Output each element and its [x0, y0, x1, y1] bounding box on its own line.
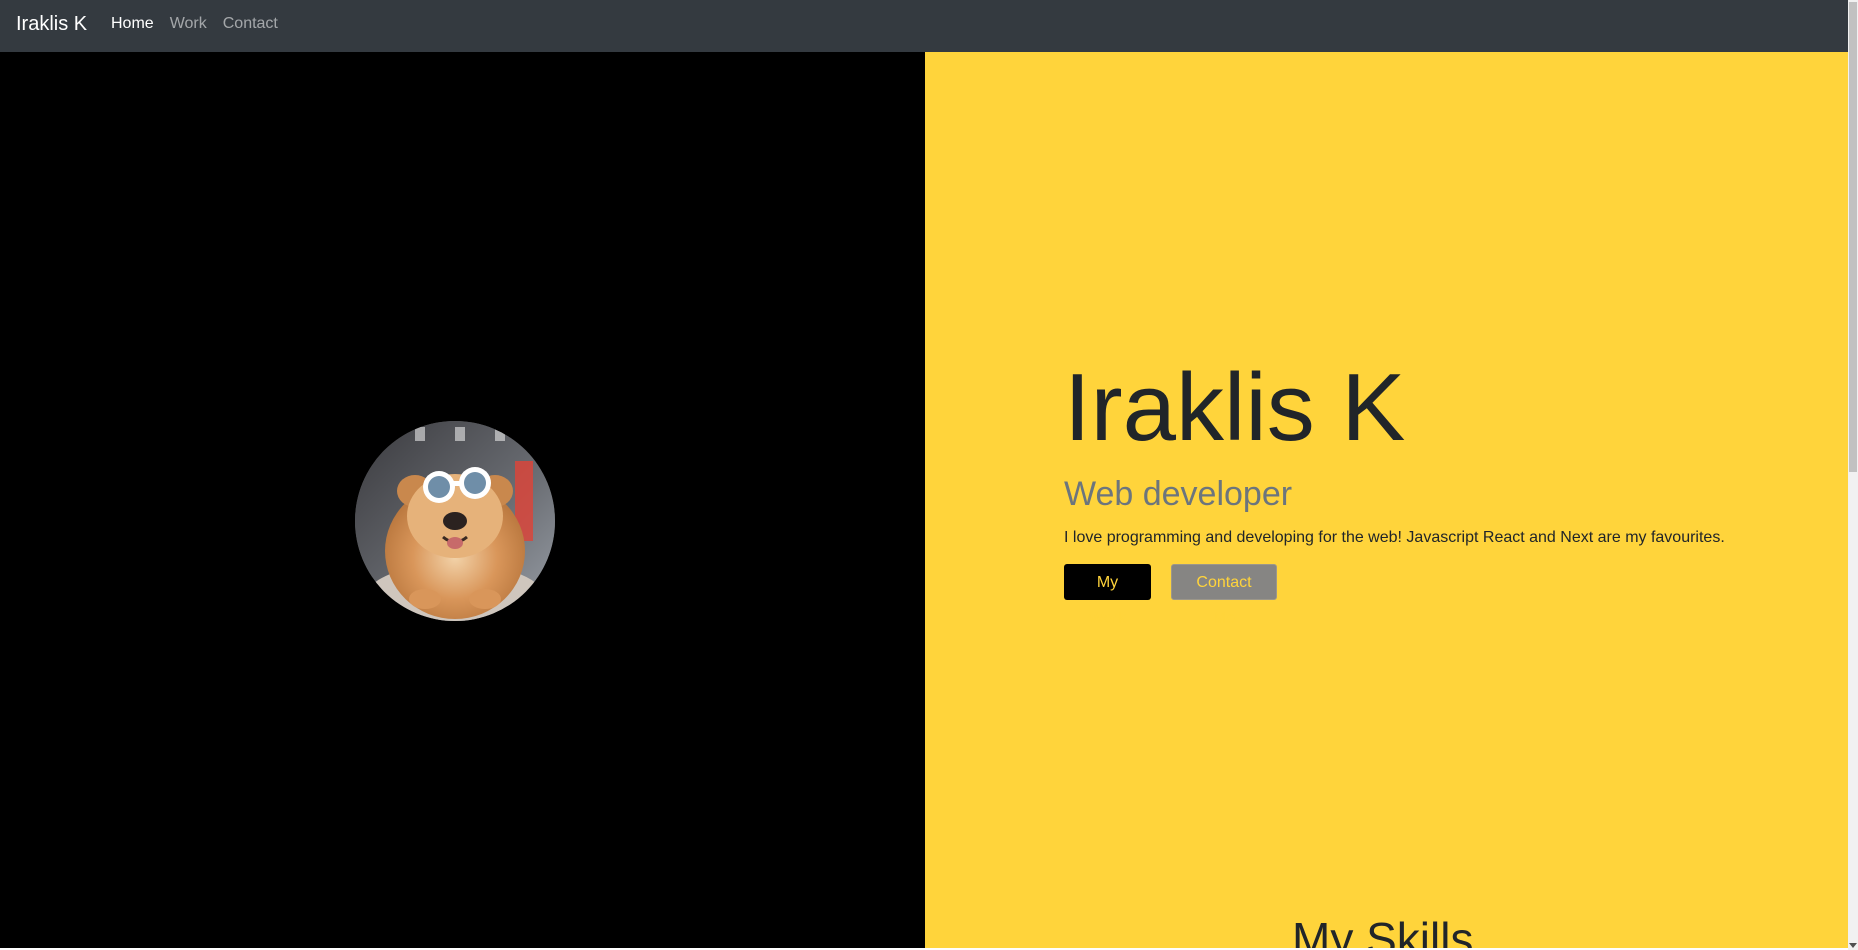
dog-avatar-illustration [355, 421, 555, 621]
navbar-brand[interactable]: Iraklis K [16, 11, 87, 37]
hero-title: Iraklis K [1064, 354, 1406, 461]
hero-image-panel [0, 52, 925, 948]
nav-link-work[interactable]: Work [170, 13, 207, 35]
hero-intro-panel: Iraklis K Web developer I love programmi… [925, 52, 1848, 948]
contact-me-button[interactable]: Contact Me [1171, 564, 1277, 627]
nav-link-home[interactable]: Home [111, 13, 154, 35]
hero-subtitle: Web developer [1064, 475, 1293, 513]
top-navbar: Iraklis K Home Work Contact [0, 0, 1848, 52]
scroll-down-arrow-icon[interactable] [1849, 943, 1857, 948]
hero-description: I love programming and developing for th… [1064, 529, 1725, 546]
scrollbar-thumb[interactable] [1849, 2, 1857, 472]
my-work-button[interactable]: My Work [1064, 564, 1151, 627]
nav-link-contact[interactable]: Contact [223, 13, 278, 35]
page-viewport: Iraklis K Home Work Contact Iraklis K We… [0, 0, 1848, 948]
profile-avatar [355, 421, 555, 621]
page-scrollbar[interactable] [1848, 0, 1858, 950]
skills-heading: My Skills [1292, 913, 1474, 948]
nav-links: Home Work Contact [111, 13, 294, 35]
